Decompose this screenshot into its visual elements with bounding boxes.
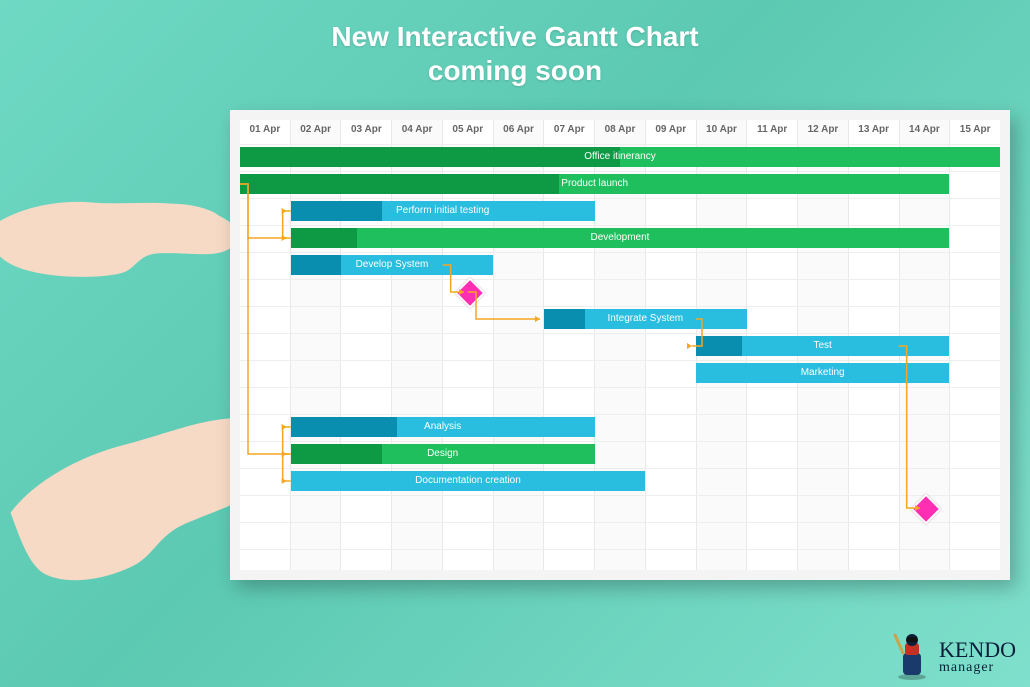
headline-line1: New Interactive Gantt Chart	[331, 21, 698, 52]
logo-sub: manager	[939, 661, 1016, 675]
task-label: Development	[591, 232, 650, 243]
task-label: Analysis	[424, 421, 461, 432]
task-label: Office itinerancy	[584, 151, 656, 162]
hand-top	[0, 139, 256, 311]
task-label: Marketing	[801, 367, 845, 378]
kendo-figure-icon	[891, 633, 933, 681]
gantt-board: 01 Apr02 Apr03 Apr04 Apr05 Apr06 Apr07 A…	[230, 110, 1010, 580]
task-label: Test	[813, 340, 831, 351]
logo-name: KENDO	[939, 639, 1016, 661]
brand-logo: KENDO manager	[891, 633, 1016, 681]
gantt-chart[interactable]: 01 Apr02 Apr03 Apr04 Apr05 Apr06 Apr07 A…	[240, 120, 1000, 570]
task-label: Product launch	[561, 178, 628, 189]
task-label: Documentation creation	[415, 475, 521, 486]
dependency-links	[240, 144, 1000, 576]
headline: New Interactive Gantt Chart coming soon	[0, 20, 1030, 87]
task-label: Integrate System	[608, 313, 684, 324]
headline-line2: coming soon	[0, 54, 1030, 88]
task-label: Design	[427, 448, 458, 459]
task-label: Develop System	[356, 259, 429, 270]
task-label: Perform initial testing	[396, 205, 489, 216]
